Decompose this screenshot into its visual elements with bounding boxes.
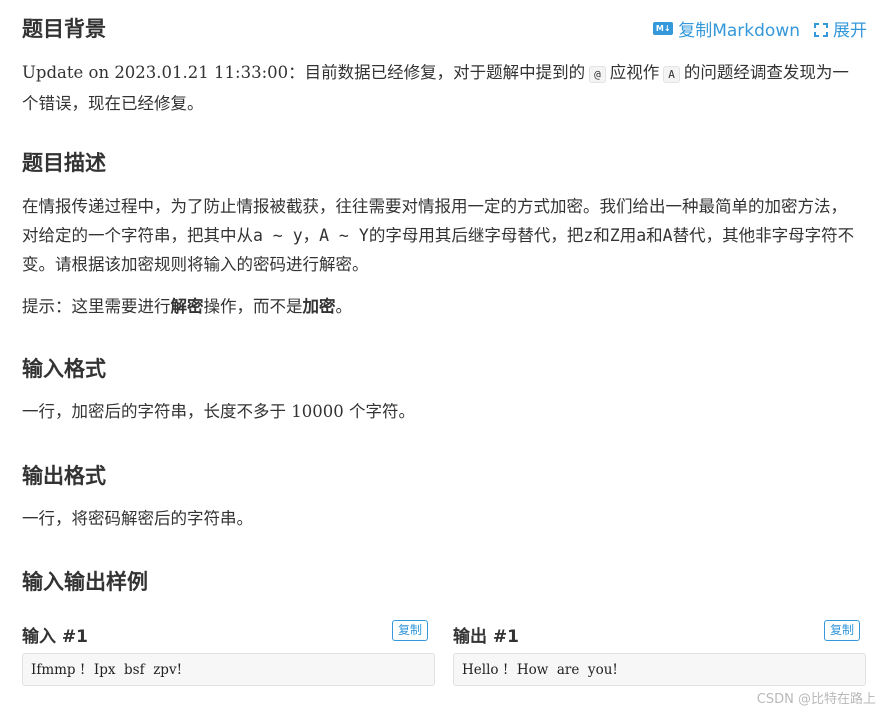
section-title-samples: 输入输出样例 (22, 570, 148, 594)
input-format-a: 一行，加密后的字符串，长度不多于 (22, 402, 286, 421)
sample-input-label: 输入 #1 (22, 627, 88, 647)
background-text: Update on 2023.01.21 11:33:00：目前数据已经修复，对… (22, 58, 862, 118)
input-format-num: 10000 (291, 402, 344, 421)
input-format-text: 一行，加密后的字符串，长度不多于 10000 个字符。 (22, 397, 862, 426)
markdown-icon: M↓ (653, 22, 674, 35)
desc-k: 和 (646, 226, 663, 245)
copy-markdown-label: 复制Markdown (678, 21, 800, 41)
desc-e: 的字母用其后继字母替代，把 (368, 226, 584, 245)
expand-icon (814, 22, 828, 37)
section-title-background: 题目背景 (22, 17, 106, 41)
desc-a-lower: a (636, 226, 647, 245)
hint-decrypt: 解密 (170, 297, 204, 316)
expand-label: 展开 (833, 21, 867, 41)
copy-markdown-button[interactable]: M↓ 复制Markdown (653, 16, 800, 41)
desc-range-upper: A ∼ Y (319, 226, 369, 245)
copy-output-button[interactable]: 复制 (824, 620, 861, 641)
hint-c: 操作，而不是 (203, 297, 303, 316)
desc-g: 和 (593, 226, 610, 245)
copy-input-button[interactable]: 复制 (392, 620, 429, 641)
background-text-a: Update on 2023.01.21 11:33:00：目前数据已经修复，对… (22, 63, 586, 82)
desc-z-lower: z (583, 226, 594, 245)
section-title-input-format: 输入格式 (22, 357, 106, 381)
desc-range-lower: a ∼ y (253, 226, 303, 245)
sample-output-label: 输出 #1 (453, 627, 519, 647)
desc-c: ， (302, 226, 320, 245)
code-at: @ (589, 66, 606, 83)
hint-a: 提示：这里需要进行 (22, 297, 171, 316)
watermark: CSDN @比特在路上 (756, 692, 876, 707)
description-text: 在情报传递过程中，为了防止情报被截获，往往需要对情报用一定的方式加密。我们给出一… (22, 192, 862, 279)
code-a: A (663, 66, 680, 83)
header-actions: M↓ 复制Markdown 展开 (653, 16, 867, 41)
background-text-b: 应视作 (609, 63, 660, 82)
section-title-output-format: 输出格式 (22, 464, 106, 488)
expand-button[interactable]: 展开 (814, 16, 867, 41)
hint-e: 。 (335, 297, 353, 316)
section-title-description: 题目描述 (22, 151, 106, 175)
hint-encrypt: 加密 (302, 297, 336, 316)
desc-a-upper: A (662, 226, 673, 245)
hint-text: 提示：这里需要进行解密操作，而不是加密。 (22, 292, 862, 321)
desc-z-upper: Z (609, 226, 620, 245)
desc-i: 用 (619, 226, 637, 245)
output-format-text: 一行，将密码解密后的字符串。 (22, 509, 253, 528)
sample-input-box[interactable]: Ifmmp ! Ipx bsf zpv! (22, 653, 435, 686)
input-format-b: 个字符。 (349, 402, 415, 421)
sample-output-box[interactable]: Hello ! How are you! (453, 653, 866, 686)
